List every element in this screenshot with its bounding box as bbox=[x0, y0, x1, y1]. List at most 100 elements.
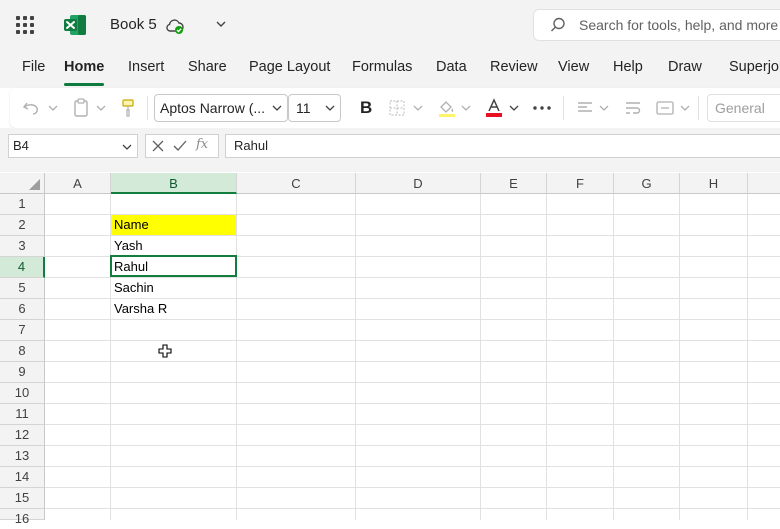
paste-icon[interactable] bbox=[72, 98, 90, 118]
row-header-12[interactable]: 12 bbox=[0, 425, 45, 446]
column-header-b[interactable]: B bbox=[111, 173, 237, 194]
chevron-down-icon[interactable] bbox=[272, 103, 282, 113]
name-box-dropdown-icon[interactable] bbox=[122, 142, 132, 152]
font-color-dropdown-icon[interactable] bbox=[509, 103, 519, 113]
column-header-a[interactable]: A bbox=[45, 173, 111, 194]
cell-b5[interactable]: Sachin bbox=[111, 278, 236, 298]
merge-cells-icon[interactable] bbox=[655, 99, 675, 117]
font-color-icon[interactable] bbox=[484, 98, 504, 118]
align-dropdown-icon[interactable] bbox=[599, 103, 609, 113]
gridline bbox=[480, 194, 481, 520]
tab-draw[interactable]: Draw bbox=[668, 59, 702, 75]
font-name-value: Aptos Narrow (... bbox=[160, 100, 266, 116]
cloud-saved-icon[interactable] bbox=[165, 16, 185, 36]
gridline bbox=[613, 194, 614, 520]
tab-data[interactable]: Data bbox=[436, 59, 467, 75]
column-header-e[interactable]: E bbox=[481, 173, 547, 194]
row-header-14[interactable]: 14 bbox=[0, 467, 45, 488]
tab-formulas[interactable]: Formulas bbox=[352, 59, 412, 75]
tab-page-layout[interactable]: Page Layout bbox=[249, 59, 330, 75]
align-icon[interactable] bbox=[576, 99, 594, 117]
search-icon bbox=[551, 17, 565, 32]
row-header-1[interactable]: 1 bbox=[0, 194, 45, 215]
row-header-5[interactable]: 5 bbox=[0, 278, 45, 299]
gridline bbox=[355, 194, 356, 520]
row-header-4[interactable]: 4 bbox=[0, 257, 45, 278]
cancel-icon[interactable] bbox=[151, 139, 165, 153]
more-options-icon[interactable] bbox=[532, 104, 552, 112]
select-all-icon bbox=[29, 179, 40, 190]
tab-file[interactable]: File bbox=[22, 59, 45, 75]
ribbon-divider bbox=[698, 96, 699, 120]
row-header-9[interactable]: 9 bbox=[0, 362, 45, 383]
row-header-2[interactable]: 2 bbox=[0, 215, 45, 236]
chevron-down-icon[interactable] bbox=[325, 103, 335, 113]
gridline bbox=[45, 340, 780, 341]
column-header-partial[interactable] bbox=[748, 173, 780, 194]
cell-b2[interactable]: Name bbox=[111, 215, 236, 235]
gridline bbox=[45, 424, 780, 425]
active-cell-border bbox=[110, 255, 237, 277]
gridline bbox=[747, 194, 748, 520]
format-painter-icon[interactable] bbox=[120, 98, 136, 118]
row-header-16[interactable]: 16 bbox=[0, 509, 45, 526]
gridline bbox=[45, 361, 780, 362]
number-format-value: General bbox=[715, 100, 765, 116]
select-all-corner[interactable] bbox=[0, 173, 45, 194]
row-header-7[interactable]: 7 bbox=[0, 320, 45, 341]
row-header-3[interactable]: 3 bbox=[0, 236, 45, 257]
gridline bbox=[45, 445, 780, 446]
undo-dropdown-icon[interactable] bbox=[48, 103, 58, 113]
gridline bbox=[236, 194, 237, 520]
gridline bbox=[45, 508, 780, 509]
column-header-d[interactable]: D bbox=[356, 173, 481, 194]
gridline bbox=[45, 382, 780, 383]
tab-share[interactable]: Share bbox=[188, 59, 227, 75]
column-header-c[interactable]: C bbox=[237, 173, 356, 194]
fill-color-icon[interactable] bbox=[437, 98, 457, 118]
active-tab-indicator bbox=[64, 83, 104, 86]
name-box-value: B4 bbox=[13, 138, 29, 153]
enter-check-icon[interactable] bbox=[172, 139, 188, 153]
row-header-13[interactable]: 13 bbox=[0, 446, 45, 467]
row-header-10[interactable]: 10 bbox=[0, 383, 45, 404]
insert-function-icon[interactable]: fx bbox=[196, 137, 208, 152]
column-header-g[interactable]: G bbox=[614, 173, 680, 194]
cell-b6[interactable]: Varsha R bbox=[111, 299, 236, 319]
tab-view[interactable]: View bbox=[558, 59, 589, 75]
row-header-6[interactable]: 6 bbox=[0, 299, 45, 320]
row-header-15[interactable]: 15 bbox=[0, 488, 45, 509]
gridline bbox=[546, 194, 547, 520]
undo-icon[interactable] bbox=[22, 99, 42, 117]
merge-dropdown-icon[interactable] bbox=[680, 103, 690, 113]
cell-b3[interactable]: Yash bbox=[111, 236, 236, 256]
column-header-f[interactable]: F bbox=[547, 173, 614, 194]
formula-value: Rahul bbox=[234, 138, 268, 153]
wrap-text-icon[interactable] bbox=[624, 99, 642, 117]
tab-home[interactable]: Home bbox=[64, 59, 104, 75]
formula-input[interactable] bbox=[225, 134, 780, 158]
ribbon-divider bbox=[147, 96, 148, 120]
gridline bbox=[45, 319, 780, 320]
search-placeholder[interactable]: Search for tools, help, and more bbox=[579, 17, 778, 33]
paste-dropdown-icon[interactable] bbox=[96, 103, 106, 113]
cell-select-cursor-icon bbox=[158, 344, 172, 358]
chevron-down-icon[interactable] bbox=[214, 17, 228, 31]
tab-superjoin[interactable]: Superjoin bbox=[729, 59, 780, 75]
tab-insert[interactable]: Insert bbox=[128, 59, 164, 75]
row-header-8[interactable]: 8 bbox=[0, 341, 45, 362]
borders-dropdown-icon[interactable] bbox=[413, 103, 423, 113]
borders-icon[interactable] bbox=[388, 99, 406, 117]
document-title[interactable]: Book 5 bbox=[110, 16, 157, 33]
column-header-h[interactable]: H bbox=[680, 173, 748, 194]
row-header-11[interactable]: 11 bbox=[0, 404, 45, 425]
app-launcher-icon[interactable] bbox=[16, 16, 34, 34]
ribbon-divider bbox=[563, 96, 564, 120]
gridline bbox=[45, 487, 780, 488]
fill-color-dropdown-icon[interactable] bbox=[461, 103, 471, 113]
tab-review[interactable]: Review bbox=[490, 59, 538, 75]
font-size-value: 11 bbox=[296, 100, 311, 116]
bold-button[interactable]: B bbox=[360, 98, 372, 118]
tab-help[interactable]: Help bbox=[613, 59, 643, 75]
gridline bbox=[45, 466, 780, 467]
